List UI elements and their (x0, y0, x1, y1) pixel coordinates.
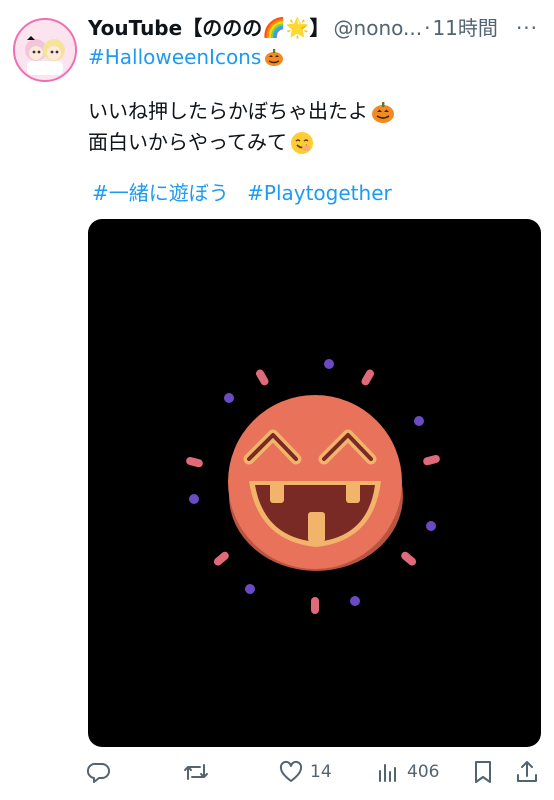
heart-icon (279, 760, 303, 782)
views-icon (379, 764, 396, 782)
burst-dash (213, 551, 229, 566)
tweet-text: いいね押したらかぼちゃ出たよ 面白いからやってみて (88, 96, 528, 158)
tweet-text-line-2: 面白いからやってみて (88, 130, 287, 154)
retweet-icon (184, 764, 208, 780)
views-button[interactable]: 406 (375, 754, 439, 790)
user-handle[interactable]: @nono... (334, 14, 423, 42)
pumpkin-animation-image (186, 359, 440, 614)
tweet-actions: 14 406 (86, 754, 546, 790)
separator-dot: · (424, 16, 431, 40)
burst-dash (401, 551, 417, 566)
view-count: 406 (407, 762, 440, 782)
header-hashtag-link[interactable]: #HalloweenIcons (88, 43, 261, 71)
hashtag-link[interactable]: #Playtogether (247, 181, 392, 205)
pumpkin-icon (372, 101, 394, 123)
like-count: 14 (310, 762, 332, 782)
burst-dot (324, 359, 334, 369)
burst-dash (256, 369, 269, 386)
rainbow-icon: 🌈 (262, 17, 286, 39)
display-name-suffix: 】 (309, 16, 330, 40)
burst-dash (423, 454, 440, 466)
timestamp[interactable]: 11時間 (432, 14, 497, 42)
bookmark-button[interactable] (471, 754, 495, 790)
burst-dash (311, 597, 319, 614)
burst-dot (189, 494, 199, 504)
display-name[interactable]: YouTube【ののの (88, 14, 262, 42)
burst-dot (350, 596, 360, 606)
burst-dot (245, 584, 255, 594)
avatar[interactable] (13, 18, 77, 82)
smile-icon (291, 131, 313, 154)
tweet-header: YouTube【ののの 🌈 🌟 】 @nono... · 11時間 (88, 14, 518, 42)
reply-icon (86, 762, 110, 783)
like-button[interactable]: 14 (278, 754, 332, 790)
tweet-text-line-1: いいね押したらかぼちゃ出たよ (88, 99, 368, 123)
burst-dash (361, 369, 374, 386)
tweet-text-line: いいね押したらかぼちゃ出たよ (88, 96, 528, 127)
reply-button[interactable] (86, 754, 112, 790)
header-hashtag-row: #HalloweenIcons (88, 43, 285, 71)
tweet-media[interactable] (88, 219, 541, 747)
bookmark-icon (475, 761, 491, 783)
burst-dot (426, 521, 436, 531)
share-icon (517, 761, 537, 782)
burst-dot (414, 416, 424, 426)
share-button[interactable] (514, 754, 540, 790)
avatar-illustration (15, 20, 75, 80)
more-options-button[interactable]: ··· (514, 14, 540, 42)
burst-dot (224, 393, 234, 403)
hashtag-row: #一緒に遊ぼう #Playtogether (92, 179, 392, 207)
retweet-button[interactable] (182, 754, 210, 790)
more-icon: ··· (515, 16, 539, 40)
burst-dash (186, 456, 203, 468)
hashtag-link[interactable]: #一緒に遊ぼう (92, 181, 229, 205)
star-icon: 🌟 (285, 17, 310, 39)
pumpkin-icon (265, 49, 284, 66)
tweet-text-line: 面白いからやってみて (88, 127, 528, 158)
